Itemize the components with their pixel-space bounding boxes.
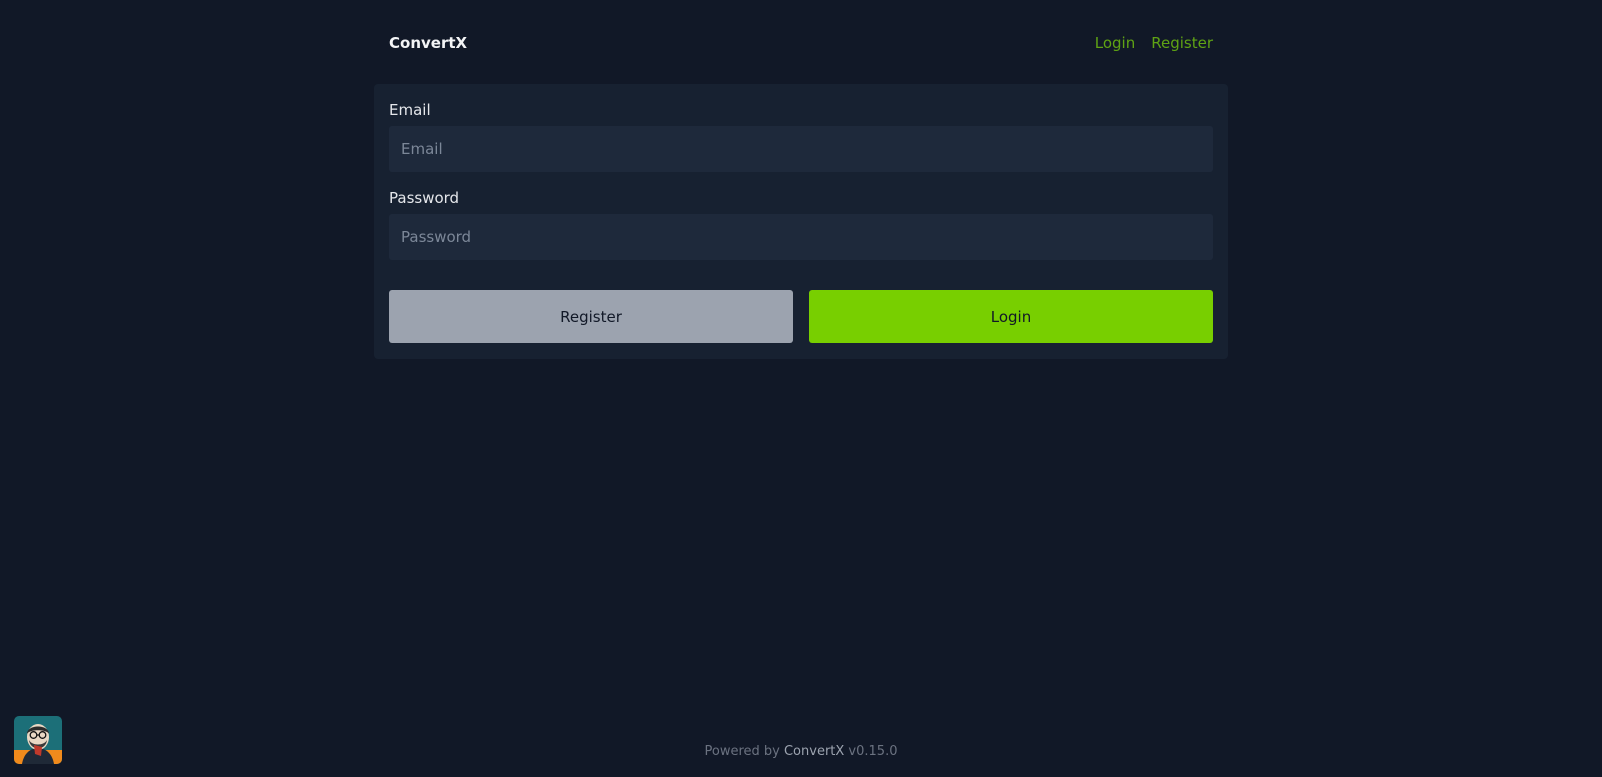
brand-logo-link[interactable]: ConvertX [389,34,467,52]
nav-login-link[interactable]: Login [1095,34,1135,52]
footer: Powered by ConvertX v0.15.0 [0,744,1602,759]
login-page: ConvertX Login Register Email Password R… [0,0,1602,777]
email-label: Email [389,101,431,119]
password-input[interactable] [389,214,1213,260]
password-label: Password [389,189,460,207]
footer-convertx-link[interactable]: ConvertX [784,744,844,759]
login-form: Email Password Register Login [374,84,1228,359]
nav-links: Login Register [1095,34,1213,52]
register-button[interactable]: Register [389,290,793,343]
footer-prefix: Powered by [704,744,784,759]
nav-register-link[interactable]: Register [1151,34,1213,52]
footer-version: v0.15.0 [844,744,898,759]
email-input[interactable] [389,126,1213,172]
avatar-illustration [14,716,62,764]
login-button[interactable]: Login [809,290,1213,343]
user-avatar-icon[interactable] [14,716,62,764]
top-navbar: ConvertX Login Register [389,28,1213,58]
